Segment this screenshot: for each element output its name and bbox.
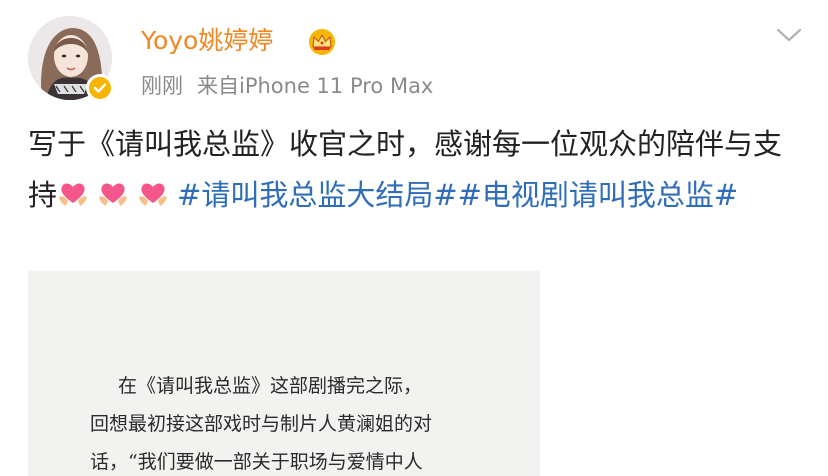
image-text: 在《请叫我总监》这部剧播完之际， 回想最初接这部戏时与制片人黄澜姐的对 话，“我… [90,367,520,476]
heart-hands-emoji [97,174,129,206]
crown-icon[interactable] [306,28,338,56]
heart-hands-emoji [137,174,169,206]
image-text-line: 回想最初接这部戏时与制片人黄澜姐的对 [90,413,433,435]
image-text-line: 话，“我们要做一部关于职场与爱情中人 [90,451,423,473]
post-timestamp: 刚刚 [141,74,183,98]
post-body: 写于《请叫我总监》收官之时，感谢每一位观众的陪伴与支持 #请叫我总监大结局##电视… [28,119,808,221]
username[interactable]: Yoyo姚婷婷 [141,22,273,60]
post-meta: 刚刚 来自iPhone 11 Pro Max [141,70,447,102]
verified-icon [89,77,111,99]
post-image[interactable]: 在《请叫我总监》这部剧播完之际， 回想最初接这部戏时与制片人黄澜姐的对 话，“我… [28,271,540,476]
post-source: 来自iPhone 11 Pro Max [197,74,434,98]
verified-badge [86,74,114,102]
image-text-line: 在《请叫我总监》这部剧播完之际， [118,375,423,397]
hashtag-link[interactable]: #请叫我总监大结局# [177,178,458,212]
hashtag-link[interactable]: #电视剧请叫我总监# [458,178,739,212]
heart-hands-emoji [57,174,89,206]
chevron-down-icon[interactable] [776,26,802,44]
